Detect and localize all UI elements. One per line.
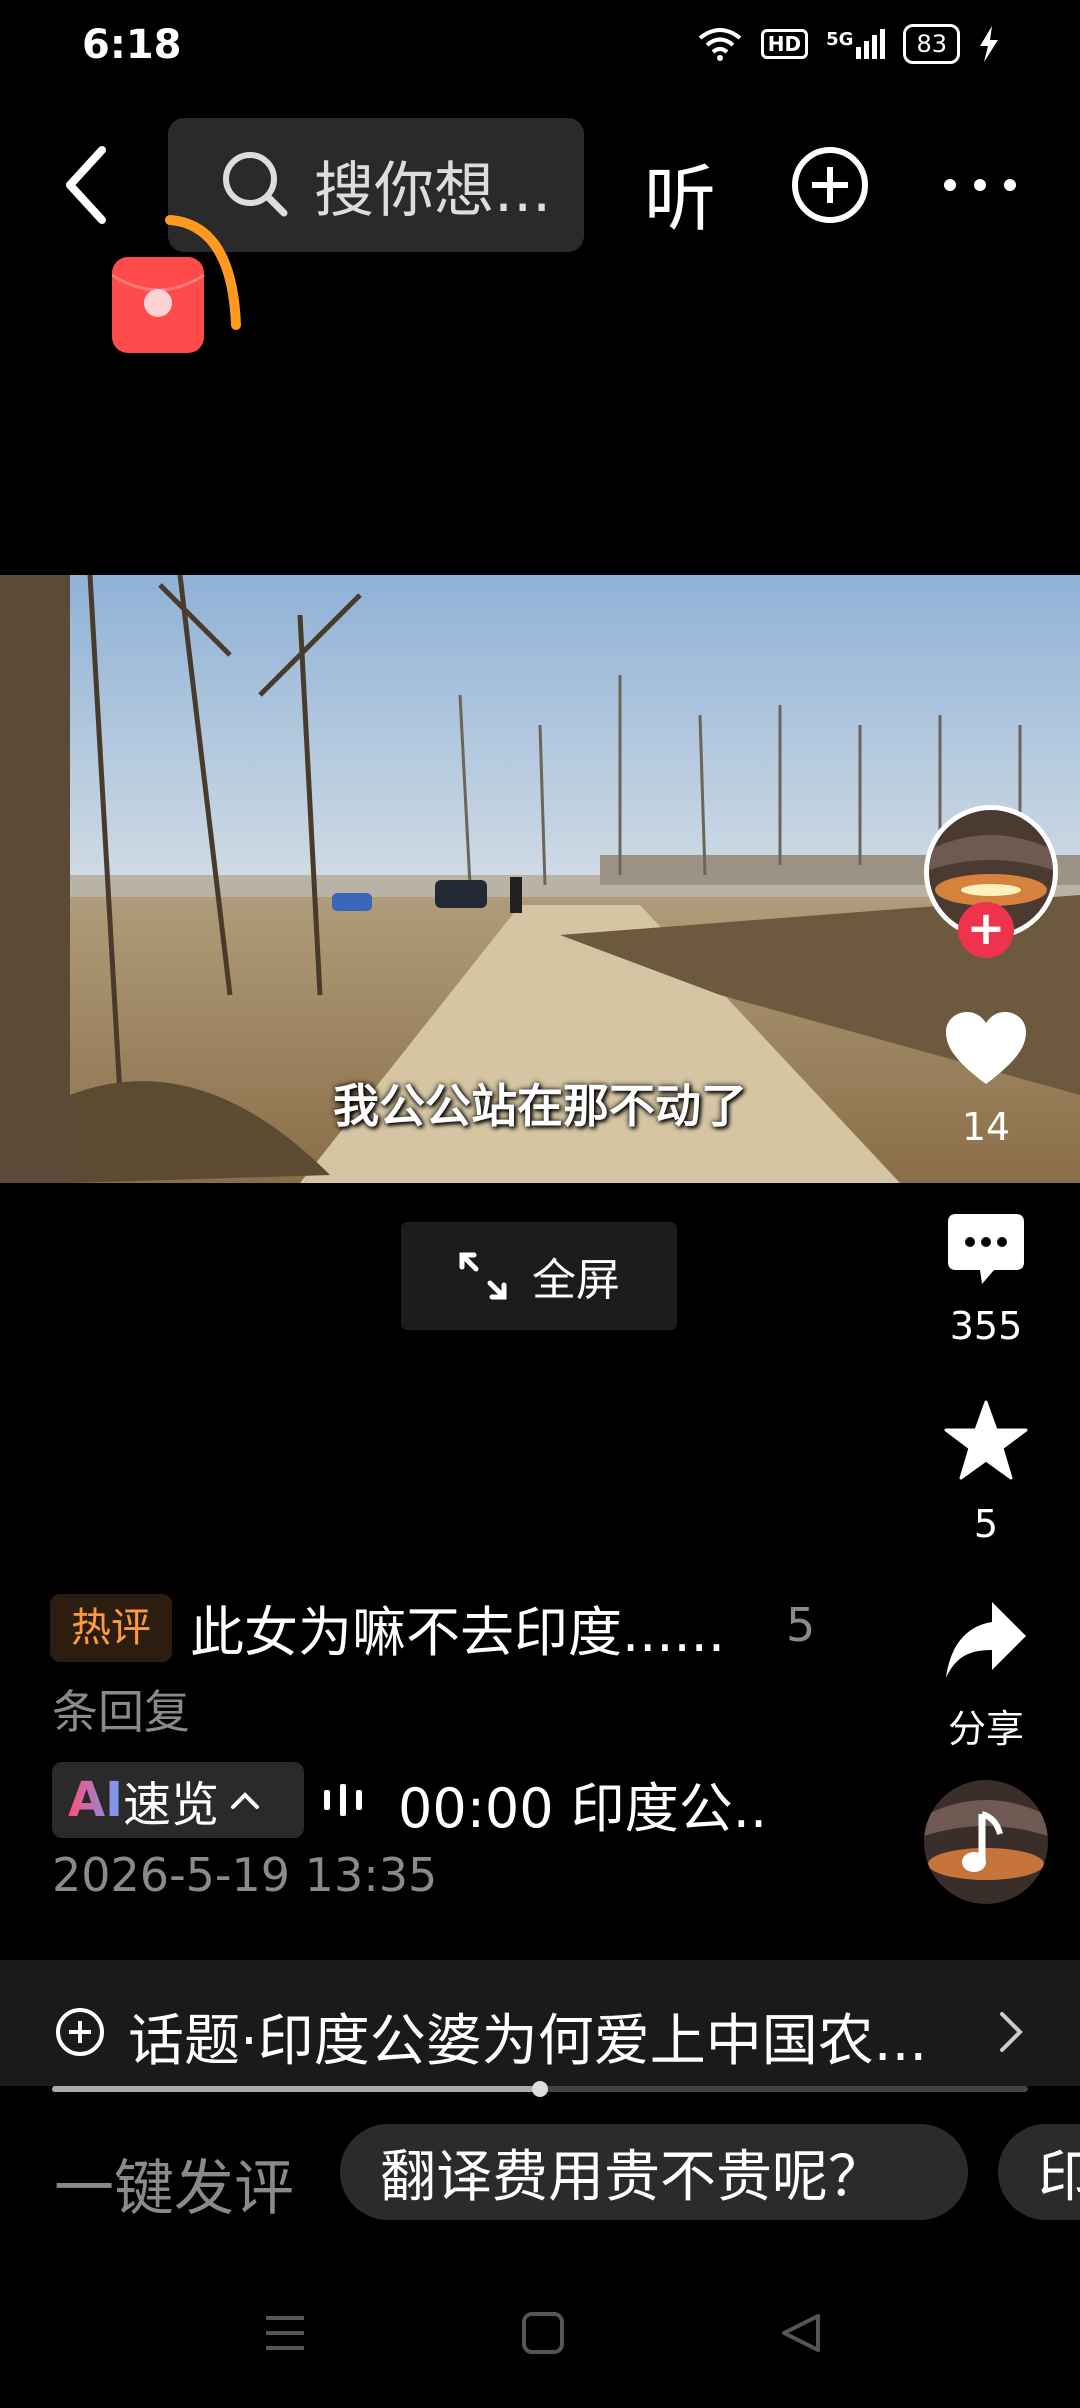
progress-knob[interactable] xyxy=(532,2081,548,2097)
reply-count-number[interactable]: 5 xyxy=(786,1598,815,1652)
add-button[interactable] xyxy=(790,145,870,225)
chevron-right-icon[interactable] xyxy=(998,2010,1024,2054)
fullscreen-label: 全屏 xyxy=(532,1255,620,1306)
back-button[interactable] xyxy=(58,140,118,230)
comment-count: 355 xyxy=(949,1304,1023,1348)
audio-summary-text[interactable]: 00:00 印度公.. xyxy=(398,1764,767,1843)
ai-summary-button[interactable]: AI 速览 xyxy=(52,1762,304,1838)
hd-badge: HD xyxy=(760,29,809,59)
menu-icon[interactable] xyxy=(262,2310,308,2356)
search-icon xyxy=(223,152,288,217)
system-navigation-bar xyxy=(0,2290,1080,2408)
home-icon[interactable] xyxy=(520,2310,566,2356)
chevron-up-icon xyxy=(231,1792,260,1809)
fullscreen-button[interactable]: 全屏 xyxy=(401,1222,677,1330)
share-label: 分享 xyxy=(947,1707,1024,1751)
quick-reply-chip[interactable]: 翻译费用贵不贵呢？ xyxy=(340,2124,968,2220)
hot-comment-text[interactable]: 此女为嘛不去印度...... xyxy=(190,1588,725,1667)
post-date: 2026-5-19 13:35 xyxy=(52,1848,438,1902)
follow-button[interactable]: + xyxy=(958,902,1014,958)
music-disc[interactable] xyxy=(924,1780,1048,1904)
wifi-icon xyxy=(698,28,742,61)
listen-button[interactable]: 听 xyxy=(644,140,716,245)
battery-indicator: 83 xyxy=(903,24,960,64)
music-note-icon xyxy=(924,1800,1048,1880)
video-subtitle: 我公公站在那不动了 xyxy=(333,1079,747,1133)
back-triangle-icon[interactable] xyxy=(778,2310,824,2356)
like-count: 14 xyxy=(961,1105,1011,1149)
ai-label: AI xyxy=(68,1772,124,1828)
charging-icon xyxy=(980,26,998,62)
topic-add-icon xyxy=(56,2008,104,2056)
quick-comment-label: 一键发评 xyxy=(54,2154,294,2224)
audio-wave-icon[interactable] xyxy=(320,1780,368,1820)
red-packet-icon[interactable] xyxy=(112,215,242,365)
status-time: 6:18 xyxy=(82,22,182,68)
hot-comment-tag: 热评 xyxy=(50,1594,172,1662)
search-placeholder: 搜你想... xyxy=(314,155,552,226)
topic-text[interactable]: 话题·印度公婆为何爱上中国农... xyxy=(128,1996,927,2077)
progress-fill xyxy=(52,2086,540,2092)
network-label: 5G xyxy=(826,29,854,50)
quick-reply-chip[interactable]: 印 xyxy=(998,2124,1080,2220)
favorite-count: 5 xyxy=(973,1502,999,1546)
signal-5g-icon: 5G xyxy=(826,29,886,59)
ai-summary-label: 速览 xyxy=(123,1777,220,1833)
favorite-star-icon[interactable] xyxy=(944,1400,1028,1480)
more-options-button[interactable] xyxy=(940,175,1020,195)
status-icons: HD 5G 83 xyxy=(697,24,1000,64)
comment-icon[interactable] xyxy=(946,1212,1026,1288)
expand-icon xyxy=(459,1252,507,1300)
share-icon[interactable] xyxy=(944,1598,1028,1682)
reply-count-label[interactable]: 条回复 xyxy=(52,1676,190,1742)
like-icon[interactable] xyxy=(944,1010,1028,1086)
